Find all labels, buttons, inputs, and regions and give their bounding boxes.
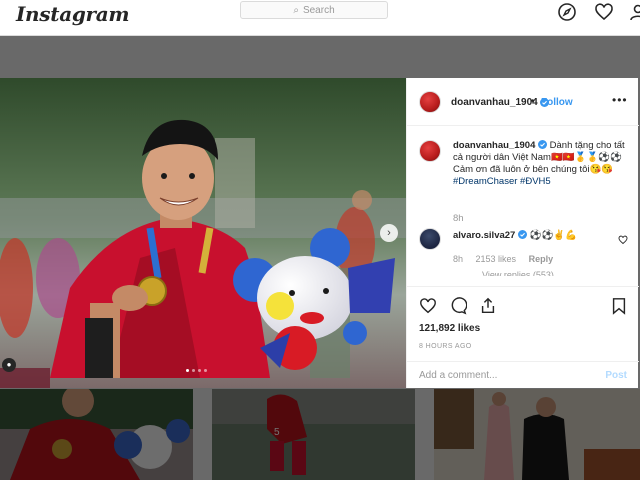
- more-icon[interactable]: •••: [612, 93, 628, 107]
- comment-username[interactable]: alvaro.silva27: [453, 230, 515, 241]
- search-placeholder: Search: [302, 4, 335, 16]
- share-icon[interactable]: [479, 297, 497, 315]
- comment-meta: 8h 2153 likes Reply: [453, 254, 563, 264]
- post-actions: 121,892 likes 8 HOURS AGO Add a comment.…: [407, 286, 639, 387]
- verified-icon: [540, 98, 549, 107]
- comment-input[interactable]: Add a comment...: [419, 370, 497, 381]
- avatar[interactable]: [419, 91, 441, 113]
- post-comment-button[interactable]: Post: [605, 370, 627, 381]
- verified-icon: [517, 230, 527, 239]
- post-modal: › ● doanvanhau_1904 ✓ Follow • ••• doanv…: [0, 78, 639, 388]
- carousel-indicator: [186, 369, 207, 372]
- comment-form: Add a comment... Post: [407, 361, 639, 390]
- carousel-dot: [186, 369, 189, 372]
- caption-hashtags[interactable]: #DreamChaser #ĐVH5: [453, 176, 551, 187]
- search-icon: ⌕: [293, 4, 299, 16]
- post-photo: › ●: [0, 78, 406, 388]
- top-navigation: Instagram ⌕ Search: [0, 0, 640, 36]
- comment-time: 8h: [453, 254, 464, 264]
- search-input[interactable]: ⌕ Search: [240, 1, 388, 19]
- carousel-dot: [192, 369, 195, 372]
- instagram-logo[interactable]: Instagram: [16, 2, 130, 26]
- compass-icon[interactable]: [557, 2, 577, 22]
- caption-time: 8h: [453, 213, 464, 224]
- separator-dot: •: [531, 96, 535, 107]
- caption-username[interactable]: doanvanhau_1904: [453, 140, 535, 151]
- comment-icon[interactable]: [449, 297, 467, 315]
- avatar[interactable]: [419, 140, 441, 162]
- heart-icon[interactable]: [419, 297, 437, 315]
- post-username[interactable]: doanvanhau_1904: [451, 97, 538, 108]
- profile-icon[interactable]: [628, 2, 640, 22]
- caption-thanks: Cảm ơn đã luôn ở bên chúng tôi😘😘: [453, 164, 614, 175]
- bookmark-icon[interactable]: [610, 297, 628, 315]
- comment-likes[interactable]: 2153 likes: [476, 254, 517, 264]
- comment-text: ⚽⚽✌️💪: [529, 230, 577, 241]
- likes-count[interactable]: 121,892 likes: [419, 323, 480, 334]
- posted-time: 8 HOURS AGO: [419, 343, 472, 350]
- heart-icon[interactable]: [618, 235, 628, 245]
- chevron-right-icon[interactable]: ›: [380, 224, 398, 242]
- avatar[interactable]: [419, 228, 441, 250]
- post-sidebar: doanvanhau_1904 ✓ Follow • ••• doanvanha…: [406, 78, 639, 388]
- carousel-dot: [198, 369, 201, 372]
- user-tag-icon[interactable]: ●: [2, 358, 16, 372]
- verified-icon: [538, 140, 548, 149]
- view-replies-link[interactable]: View replies (553): [482, 270, 554, 276]
- post-header: doanvanhau_1904 ✓ Follow • •••: [407, 78, 639, 126]
- carousel-dot: [204, 369, 207, 372]
- heart-icon[interactable]: [594, 2, 614, 22]
- reply-button[interactable]: Reply: [529, 254, 554, 264]
- comment: alvaro.silva27 ⚽⚽✌️💪: [453, 230, 577, 241]
- post-caption: doanvanhau_1904 Dành tặng cho tất cả ngư…: [453, 140, 629, 188]
